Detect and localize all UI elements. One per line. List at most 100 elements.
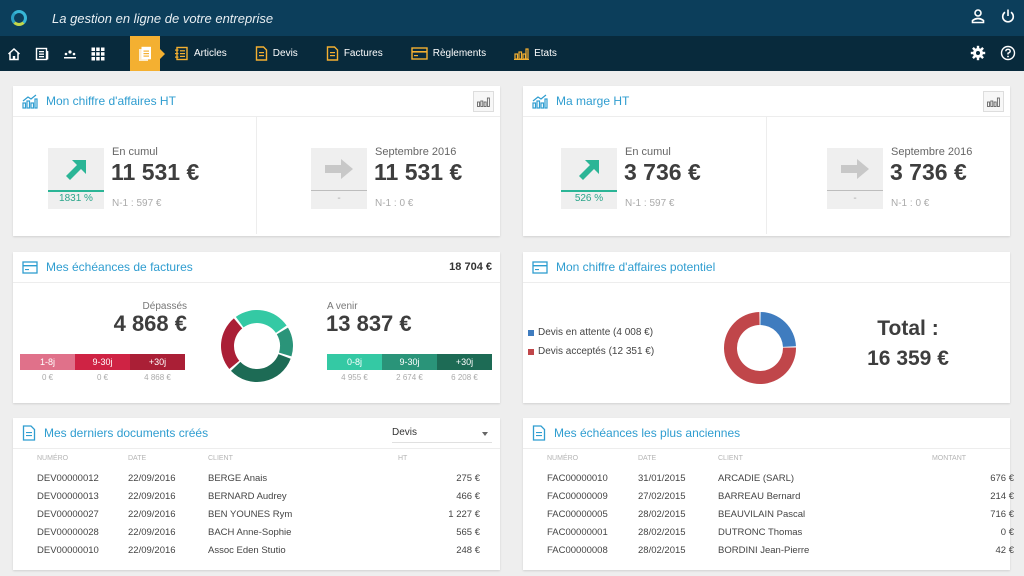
- a-venir-seg-9-30j[interactable]: 9-30j: [382, 354, 437, 370]
- marge-chart-button[interactable]: [983, 91, 1004, 112]
- a-venir-val-30j: 6 208 €: [451, 373, 478, 382]
- ca-cumul-pct: 1831 %: [59, 193, 93, 204]
- marge-card-title: Ma marge HT: [556, 94, 630, 108]
- document-icon: [532, 425, 546, 441]
- nav-reglements[interactable]: Règlements: [411, 47, 486, 60]
- document-type-select[interactable]: Devis: [392, 424, 492, 443]
- legend-label: Devis acceptés (12 351 €): [538, 346, 655, 357]
- nav-etats-label: Etats: [534, 48, 557, 59]
- cell-amount: 275 €: [456, 473, 480, 484]
- potentiel-card-title: Mon chiffre d'affaires potentiel: [556, 260, 716, 274]
- a-venir-seg-30j[interactable]: +30j: [437, 354, 492, 370]
- grid-icon[interactable]: [91, 47, 105, 61]
- arrow-right-icon: [840, 158, 870, 180]
- a-venir-value: 13 837 €: [326, 311, 412, 336]
- cell-amount: 716 €: [990, 509, 1014, 520]
- echeances-total: 18 704 €: [449, 261, 492, 273]
- cell-numero: FAC00000009: [547, 491, 608, 502]
- cell-date: 22/09/2016: [128, 545, 176, 556]
- cell-date: 31/01/2015: [638, 473, 686, 484]
- factures-icon: [326, 46, 339, 61]
- chevron-down-icon: [482, 432, 488, 436]
- ca-chart-button[interactable]: [473, 91, 494, 112]
- donut-slice-2[interactable]: [230, 354, 291, 382]
- gear-icon[interactable]: [970, 45, 986, 61]
- depasses-val-30j: 4 868 €: [144, 373, 171, 382]
- ca-month-pct: -: [337, 193, 341, 204]
- depasses-bar: 1-8j 9-30j +30j: [20, 354, 185, 370]
- document-list-icon[interactable]: [35, 47, 49, 61]
- table-row[interactable]: FAC00000008 28/02/2015 BORDINI Jean-Pierre…: [547, 545, 1014, 563]
- user-icon[interactable]: [970, 8, 986, 24]
- depasses-seg-30j[interactable]: +30j: [130, 354, 185, 370]
- depasses-val-1-8j: 0 €: [41, 373, 54, 382]
- donut-slice-5[interactable]: [221, 318, 243, 369]
- depasses-val-9-30j: 0 €: [96, 373, 109, 382]
- legend-item-acceptes[interactable]: Devis acceptés (12 351 €): [528, 346, 654, 357]
- table-row[interactable]: DEV00000012 22/09/2016 BERGE Anais 275 €: [37, 473, 480, 491]
- potentiel-total-label: Total :: [877, 317, 939, 340]
- table-row[interactable]: DEV00000028 22/09/2016 BACH Anne-Sophie 565…: [37, 527, 480, 545]
- cell-client: DUTRONC Thomas: [718, 527, 803, 538]
- depasses-seg-1-8j[interactable]: 1-8j: [20, 354, 75, 370]
- documents-card: Mes derniers documents créés Devis NUMÉR…: [13, 418, 500, 570]
- nav-devis[interactable]: Devis: [255, 46, 298, 61]
- cell-date: 22/09/2016: [128, 473, 176, 484]
- echeances-card-title: Mes échéances de factures: [46, 260, 193, 274]
- document-icon: [22, 425, 36, 441]
- depasses-seg-9-30j[interactable]: 9-30j: [75, 354, 130, 370]
- table-row[interactable]: DEV00000013 22/09/2016 BERNARD Audrey 466 €: [37, 491, 480, 509]
- trend-box: -: [311, 148, 367, 209]
- nav-reglements-label: Règlements: [432, 48, 487, 59]
- devis-icon: [255, 46, 268, 61]
- table-row[interactable]: FAC00000001 28/02/2015 DUTRONC Thomas 0 €: [547, 527, 1014, 545]
- a-venir-seg-0-8j[interactable]: 0-8j: [327, 354, 382, 370]
- nav-etats[interactable]: Etats: [514, 47, 557, 60]
- nav-factures[interactable]: Factures: [326, 46, 383, 61]
- app-logo[interactable]: [11, 10, 27, 26]
- cell-date: 22/09/2016: [128, 491, 176, 502]
- trend-box: 526 %: [561, 148, 617, 209]
- table-row[interactable]: DEV00000027 22/09/2016 BEN YOUNES Rym 1 227…: [37, 509, 480, 527]
- cell-client: ARCADIE (SARL): [718, 473, 795, 484]
- ca-card-title: Mon chiffre d'affaires HT: [46, 94, 176, 108]
- a-venir-val-9-30j: 2 674 €: [396, 373, 423, 382]
- marge-cumul-label: En cumul: [625, 146, 671, 158]
- help-icon[interactable]: [1000, 45, 1016, 61]
- marge-cumul-kpi: 526 % En cumul 3 736 € N-1 : 597 €: [523, 117, 766, 234]
- table-row[interactable]: FAC00000005 28/02/2015 BEAUVILAIN Pascal 71…: [547, 509, 1014, 527]
- donut-slice-0[interactable]: [760, 312, 796, 347]
- ca-cumul-kpi: 1831 % En cumul 11 531 € N-1 : 597 €: [13, 117, 256, 234]
- marge-month-prev: N-1 : 0 €: [891, 198, 930, 209]
- home-icon[interactable]: [7, 47, 21, 61]
- cell-amount: 0 €: [1000, 527, 1014, 538]
- table-row[interactable]: FAC00000010 31/01/2015 ARCADIE (SARL) 676 €: [547, 473, 1014, 491]
- donut-slice-0[interactable]: [235, 310, 287, 333]
- trend-box: -: [827, 148, 883, 209]
- table-header: NUMÉRO DATE CLIENT MONTANT: [547, 455, 1014, 473]
- nav-articles[interactable]: Articles: [174, 46, 227, 61]
- cell-client: BEAUVILAIN Pascal: [718, 509, 806, 520]
- cell-client: BERGE Anais: [208, 473, 268, 484]
- arrow-up-right-icon: [63, 156, 89, 182]
- table-row[interactable]: FAC00000009 27/02/2015 BARREAU Bernard 214 …: [547, 491, 1014, 509]
- nav-factures-label: Factures: [343, 48, 383, 59]
- ca-cumul-prev: N-1 : 597 €: [112, 198, 162, 209]
- potentiel-legend: Devis en attente (4 008 €) Devis accepté…: [528, 327, 654, 365]
- col-numero: NUMÉRO: [547, 455, 579, 462]
- power-icon[interactable]: [1000, 8, 1016, 24]
- nav-articles-label: Articles: [194, 48, 227, 59]
- nav-devis-label: Devis: [272, 48, 298, 59]
- table-row[interactable]: DEV00000010 22/09/2016 Assoc Eden Stutio 24…: [37, 545, 480, 563]
- trend-box: 1831 %: [48, 148, 104, 209]
- cell-date: 22/09/2016: [128, 527, 176, 538]
- articles-icon: [174, 46, 189, 61]
- cell-numero: FAC00000008: [547, 545, 608, 556]
- team-icon[interactable]: [63, 47, 77, 61]
- donut-slice-1[interactable]: [276, 327, 293, 357]
- cell-amount: 42 €: [995, 545, 1015, 556]
- document-type-value: Devis: [392, 427, 418, 438]
- documents-nav-button[interactable]: [130, 36, 165, 71]
- table-header: NUMÉRO DATE CLIENT HT: [37, 455, 480, 473]
- legend-item-attente[interactable]: Devis en attente (4 008 €): [528, 327, 654, 338]
